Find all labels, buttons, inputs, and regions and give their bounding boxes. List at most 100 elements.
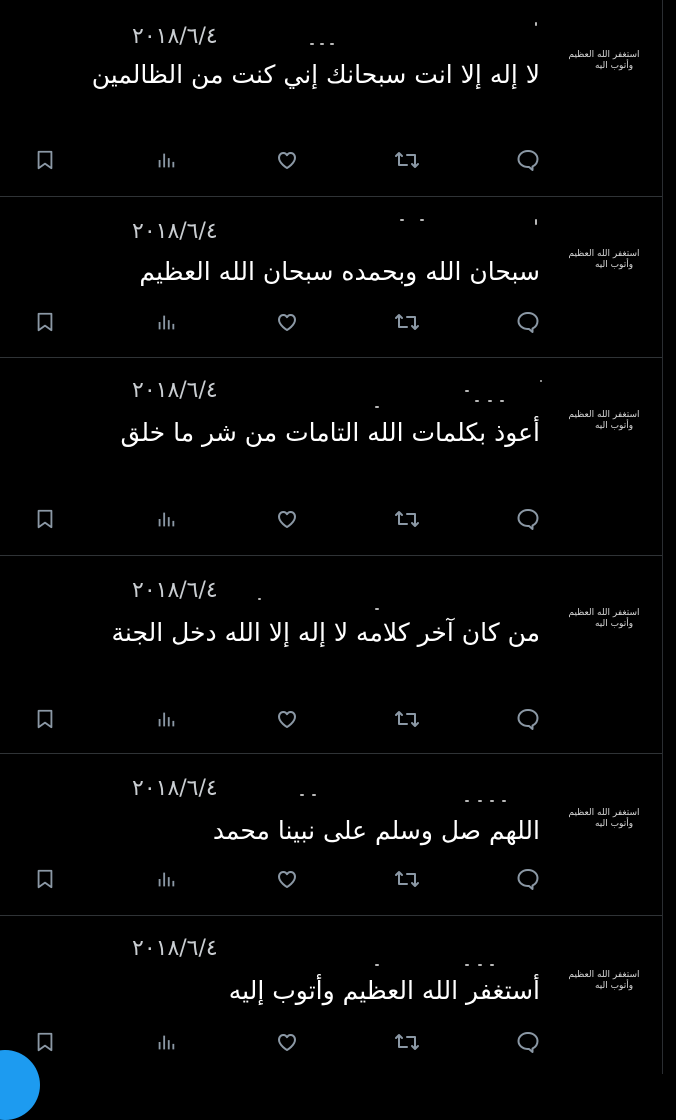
- tweet-actions: [0, 145, 662, 177]
- tweet-date[interactable]: ٢٠١٨/٦/٤: [132, 378, 218, 403]
- reply-icon: [517, 312, 539, 333]
- views-button[interactable]: [151, 307, 181, 337]
- avatar-text-line1: استغفر الله العظيم: [568, 249, 640, 259]
- heart-icon: [278, 511, 296, 528]
- tweet-actions: [0, 1027, 662, 1059]
- bookmark-button[interactable]: [30, 145, 60, 175]
- like-button[interactable]: [272, 704, 302, 734]
- bookmark-icon: [37, 509, 53, 529]
- tweet-text: اللهم صل وسلم على نبينا محمد: [212, 816, 540, 845]
- retweet-icon: [395, 314, 419, 330]
- redacted-handle: [280, 22, 540, 54]
- tweet-date[interactable]: ٢٠١٨/٦/٤: [132, 24, 218, 49]
- reply-button[interactable]: [513, 307, 543, 337]
- retweet-button[interactable]: [392, 307, 422, 337]
- avatar-text-line2: وأتوب اليه: [594, 61, 634, 71]
- retweet-button[interactable]: [392, 145, 422, 175]
- reply-button[interactable]: [513, 145, 543, 175]
- views-icon: [158, 512, 175, 527]
- tweet-text: لا إله إلا انت سبحانك إني كنت من الظالمي…: [91, 60, 540, 89]
- tweet-actions: [0, 864, 662, 896]
- tweet-date[interactable]: ٢٠١٨/٦/٤: [132, 936, 218, 961]
- views-icon: [158, 712, 175, 727]
- views-icon: [158, 315, 175, 330]
- avatar[interactable]: استغفر الله العظيم وأتوب اليه: [562, 970, 646, 1002]
- retweet-icon: [395, 871, 419, 887]
- views-icon: [158, 872, 175, 887]
- retweet-icon: [395, 152, 419, 168]
- tweet-actions: [0, 504, 662, 536]
- tweet-card[interactable]: استغفر الله العظيم وأتوب اليه ٢٠١٨/٦/٤ أ…: [0, 916, 662, 1074]
- reply-button[interactable]: [513, 1027, 543, 1057]
- like-button[interactable]: [272, 307, 302, 337]
- redacted-handle: [280, 954, 540, 970]
- tweet-card[interactable]: استغفر الله العظيم وأتوب اليه ٢٠١٨/٦/٤ أ…: [0, 358, 662, 556]
- avatar-text-line1: استغفر الله العظيم: [568, 608, 640, 618]
- heart-icon: [278, 314, 296, 331]
- avatar-text-line2: وأتوب اليه: [594, 619, 634, 629]
- retweet-icon: [395, 711, 419, 727]
- avatar-text-line1: استغفر الله العظيم: [568, 970, 640, 980]
- reply-icon: [517, 1032, 539, 1053]
- redacted-handle: [258, 594, 540, 610]
- avatar-text-line1: استغفر الله العظيم: [568, 808, 640, 818]
- tweet-card[interactable]: استغفر الله العظيم وأتوب اليه ٢٠١٨/٦/٤ م…: [0, 556, 662, 754]
- avatar-text-line1: استغفر الله العظيم: [568, 410, 640, 420]
- bookmark-button[interactable]: [30, 307, 60, 337]
- retweet-icon: [395, 1034, 419, 1050]
- like-button[interactable]: [272, 1027, 302, 1057]
- avatar[interactable]: استغفر الله العظيم وأتوب اليه: [562, 608, 646, 640]
- tweet-date[interactable]: ٢٠١٨/٦/٤: [132, 776, 218, 801]
- tweet-text: أعوذ بكلمات الله التامات من شر ما خلق: [120, 418, 540, 447]
- reply-icon: [517, 709, 539, 730]
- heart-icon: [278, 711, 296, 728]
- redacted-handle: [280, 380, 542, 412]
- tweet-date[interactable]: ٢٠١٨/٦/٤: [132, 578, 218, 603]
- like-button[interactable]: [272, 864, 302, 894]
- bookmark-button[interactable]: [30, 1027, 60, 1057]
- timeline-feed: استغفر الله العظيم وأتوب اليه ٢٠١٨/٦/٤ ل…: [0, 0, 662, 1074]
- retweet-button[interactable]: [392, 1027, 422, 1057]
- bookmark-icon: [37, 312, 53, 332]
- bookmark-button[interactable]: [30, 504, 60, 534]
- reply-icon: [517, 869, 539, 890]
- reply-button[interactable]: [513, 864, 543, 894]
- heart-icon: [278, 152, 296, 169]
- avatar[interactable]: استغفر الله العظيم وأتوب اليه: [562, 249, 646, 281]
- reply-button[interactable]: [513, 504, 543, 534]
- tweet-card[interactable]: استغفر الله العظيم وأتوب اليه ٢٠١٨/٦/٤ ا…: [0, 754, 662, 916]
- tweet-text: سبحان الله وبحمده سبحان الله العظيم: [139, 257, 540, 286]
- views-button[interactable]: [151, 704, 181, 734]
- tweet-date[interactable]: ٢٠١٨/٦/٤: [132, 219, 218, 244]
- avatar[interactable]: استغفر الله العظيم وأتوب اليه: [562, 410, 646, 442]
- heart-icon: [278, 871, 296, 888]
- bookmark-icon: [37, 869, 53, 889]
- tweet-text: من كان آخر كلامه لا إله إلا الله دخل الج…: [111, 618, 540, 647]
- like-button[interactable]: [272, 145, 302, 175]
- bookmark-button[interactable]: [30, 864, 60, 894]
- bookmark-icon: [37, 1032, 53, 1052]
- views-button[interactable]: [151, 864, 181, 894]
- tweet-actions: [0, 307, 662, 339]
- tweet-actions: [0, 704, 662, 736]
- tweet-card[interactable]: استغفر الله العظيم وأتوب اليه ٢٠١٨/٦/٤ ل…: [0, 0, 662, 197]
- reply-icon: [517, 509, 539, 530]
- retweet-button[interactable]: [392, 704, 422, 734]
- tweet-text: أستغفر الله العظيم وأتوب إليه: [228, 976, 540, 1005]
- retweet-button[interactable]: [392, 864, 422, 894]
- redacted-handle: [280, 792, 540, 808]
- retweet-button[interactable]: [392, 504, 422, 534]
- views-button[interactable]: [151, 504, 181, 534]
- reply-button[interactable]: [513, 704, 543, 734]
- like-button[interactable]: [272, 504, 302, 534]
- avatar[interactable]: استغفر الله العظيم وأتوب اليه: [562, 808, 646, 840]
- avatar-text-line2: وأتوب اليه: [594, 819, 634, 829]
- avatar-text-line2: وأتوب اليه: [594, 421, 634, 431]
- views-button[interactable]: [151, 1027, 181, 1057]
- avatar[interactable]: استغفر الله العظيم وأتوب اليه: [562, 50, 646, 82]
- tweet-card[interactable]: استغفر الله العظيم وأتوب اليه ٢٠١٨/٦/٤ س…: [0, 197, 662, 358]
- avatar-text-line2: وأتوب اليه: [594, 981, 634, 991]
- bookmark-icon: [37, 709, 53, 729]
- bookmark-button[interactable]: [30, 704, 60, 734]
- views-button[interactable]: [151, 145, 181, 175]
